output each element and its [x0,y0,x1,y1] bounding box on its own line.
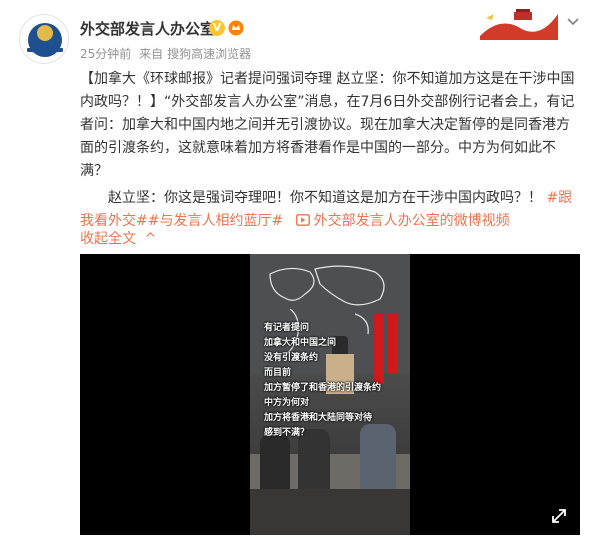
emblem-icon [37,25,53,41]
video-subtitle: 而目前 [264,368,292,378]
vip-crown-icon[interactable] [228,20,244,36]
video-link[interactable]: 外交部发言人办公室的微博视频 [288,213,510,229]
video-subtitle: 加方暂停了和香港的引渡条约 [264,383,382,393]
video-frame: 有记者提问 加拿大和中国之间 没有引渡条约 而目前 加方暂停了和香港的引渡条约 … [250,254,410,535]
quote-text: 赵立坚：你这是强词夺理吧！你不知道这是加方在干涉中国内政吗？！ [108,190,542,206]
post-time[interactable]: 25分钟前 [80,47,131,61]
avatar-caption-bar [27,48,63,52]
desk [250,489,410,535]
video-subtitle: 有记者提问 [264,323,310,333]
post-paragraph-1: 【加拿大《环球邮报》记者提问强词夺理 赵立坚：你不知道加方这是在干涉中国内政吗？… [80,68,580,183]
video-player[interactable]: 有记者提问 加拿大和中国之间 没有引渡条约 而目前 加方暂停了和香港的引渡条约 … [80,254,580,535]
video-play-icon [295,214,310,226]
author-name[interactable]: 外交部发言人办公室 [80,18,215,39]
video-subtitle: 感到不满？ [264,428,310,438]
collapse-label: 收起全文 [80,231,136,247]
post-source[interactable]: 搜狗高速浏览器 [167,47,251,61]
post-source-prefix: 来自 [139,47,164,61]
video-link-label: 外交部发言人办公室的微博视频 [313,213,510,229]
collapse-arrow-icon: ^ [144,231,157,247]
great-wall-banner-icon [480,9,558,40]
collapse-button[interactable]: 收起全文 ^ [80,228,156,248]
video-subtitle: 没有引渡条约 [264,353,319,363]
post-body: 【加拿大《环球邮报》记者提问强词夺理 赵立坚：你不知道加方这是在干涉中国内政吗？… [80,68,580,233]
post-meta: 25分钟前 来自 搜狗高速浏览器 [80,45,255,62]
video-subtitle: 加拿大和中国之间 [264,338,337,348]
chevron-down-icon[interactable] [566,14,580,28]
video-subtitle: 加方将香港和大陆同等对待 [264,413,373,423]
avatar[interactable] [19,14,69,64]
verified-badge-icon: V [209,20,225,36]
fullscreen-expand-icon[interactable] [550,507,568,525]
hashtag-link[interactable]: #与发言人相约蓝厅# [148,213,283,229]
flag-icon [374,314,384,384]
video-subtitle: 中方为何对 [264,398,310,408]
flag-icon [388,314,398,374]
post-paragraph-2: 赵立坚：你这是强词夺理吧！你不知道这是加方在干涉中国内政吗？！ #跟我看外交##… [80,187,580,233]
